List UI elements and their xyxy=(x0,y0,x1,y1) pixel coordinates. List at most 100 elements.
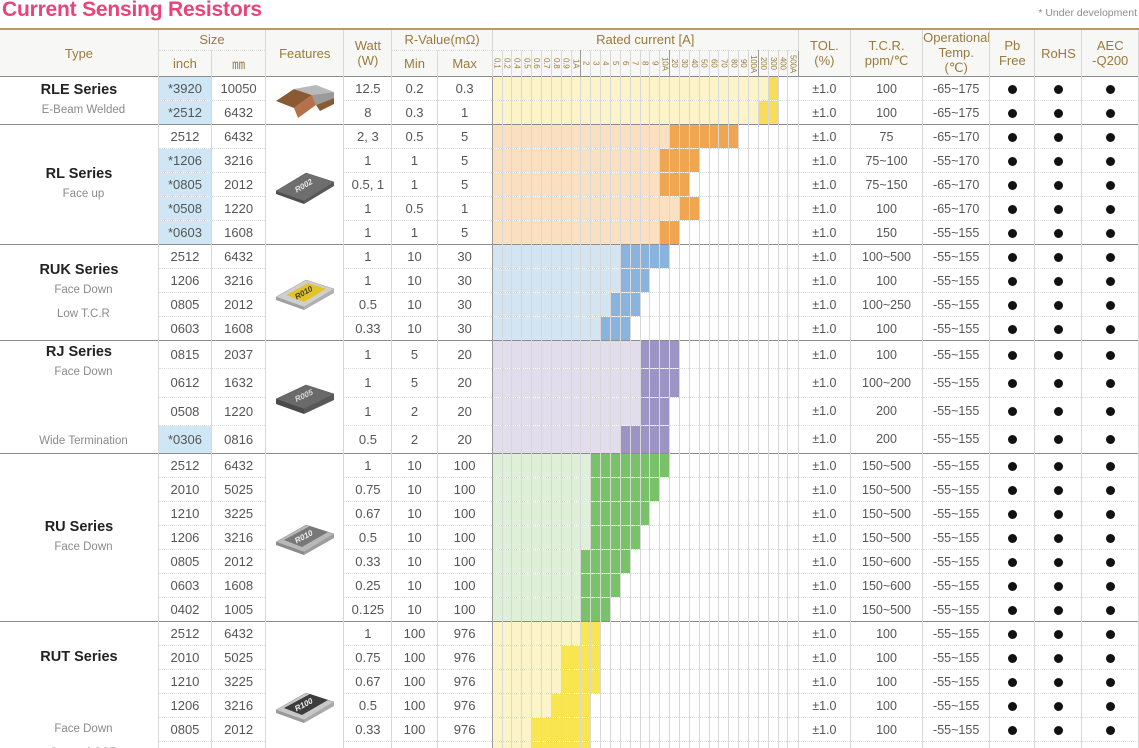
rated-current-cell xyxy=(748,124,759,149)
cell-rvalue-min: 0.3 xyxy=(391,100,438,125)
filled-dot-icon xyxy=(1053,180,1063,190)
cell-rvalue-max: 5 xyxy=(437,220,493,245)
rated-current-cell xyxy=(551,316,562,341)
rated-current-cell xyxy=(787,339,799,370)
cell-watt: 0.67 xyxy=(343,501,393,526)
rated-current-cell xyxy=(659,453,671,478)
filled-dot-icon xyxy=(1007,653,1017,663)
current-tick-label: 100A xyxy=(749,54,759,73)
filled-dot-icon xyxy=(1105,378,1115,388)
rated-current-cell xyxy=(561,645,572,670)
table-row: *2512 6432 8 0.3 1 ±1.0 100 -65~175 xyxy=(0,100,1139,125)
rated-current-cell xyxy=(511,597,523,622)
rated-current-cell xyxy=(689,741,700,748)
cell-tolerance: ±1.0 xyxy=(798,645,851,670)
rated-current-cell xyxy=(649,100,661,125)
features-cell: R100 xyxy=(265,621,345,748)
rated-current-cell xyxy=(580,292,592,317)
filled-dot-icon xyxy=(1105,435,1115,445)
rated-current-cell xyxy=(758,573,769,598)
filled-dot-icon xyxy=(1053,378,1063,388)
header-row-1: Type Size Features Watt (W) R-Value(mΩ) … xyxy=(0,27,1139,77)
rated-current-cell xyxy=(551,669,562,694)
rated-current-cell xyxy=(502,220,513,245)
series-type-cell: RL Series Face up xyxy=(0,124,159,245)
rated-current-cell xyxy=(669,525,681,550)
table-row: RL Series Face up 2512 6432 R002 2, 3 0.5 5 ±1.0… xyxy=(0,124,1139,245)
filled-dot-icon xyxy=(1007,84,1017,94)
rated-current-cell xyxy=(521,368,533,398)
rated-current-cell xyxy=(718,100,730,125)
rated-current-cell xyxy=(531,100,542,125)
rated-current-cell xyxy=(679,597,690,622)
cell-rvalue-min: 10 xyxy=(391,292,438,317)
rated-current-cell xyxy=(758,220,769,245)
rated-current-cell xyxy=(649,316,661,341)
rated-current-cell xyxy=(571,220,582,245)
col-header-current-400: 400 xyxy=(778,50,789,78)
rated-current-cell xyxy=(610,621,621,646)
rated-current-cell xyxy=(649,693,661,718)
cell-size-mm: 1608 xyxy=(211,741,267,748)
rated-current-cell xyxy=(630,717,641,742)
rated-current-cell xyxy=(491,573,503,598)
rated-current-cell xyxy=(679,453,690,478)
rated-current-cell xyxy=(709,741,720,748)
rated-current-cell xyxy=(699,397,710,426)
cell-operational-temp: -65~175 xyxy=(922,76,991,101)
rated-current-cell xyxy=(491,292,503,317)
rated-current-cell xyxy=(561,172,572,197)
current-tick-label: 0.6 xyxy=(532,58,542,69)
cell-rohs xyxy=(1034,669,1083,694)
filled-dot-icon xyxy=(1053,108,1063,118)
rated-current-cell xyxy=(778,525,789,550)
rated-current-cell xyxy=(778,549,789,574)
cell-tolerance: ±1.0 xyxy=(798,100,851,125)
rated-current-cell xyxy=(768,268,779,293)
rated-current-cell xyxy=(768,501,779,526)
rated-current-cell xyxy=(502,525,513,550)
rated-current-cell xyxy=(787,244,799,269)
rated-current-cell xyxy=(778,316,789,341)
cell-size-mm: 2012 xyxy=(211,292,267,317)
rated-current-cell xyxy=(511,621,523,646)
rated-current-cell xyxy=(600,597,611,622)
cell-pb-free xyxy=(989,196,1036,221)
rated-current-cell xyxy=(541,397,552,426)
rated-current-cell xyxy=(521,693,533,718)
cell-rvalue-min: 10 xyxy=(391,597,438,622)
rated-current-cell xyxy=(649,453,661,478)
rated-current-cell xyxy=(748,501,759,526)
rated-current-cell xyxy=(699,339,710,370)
rated-current-cell xyxy=(679,292,690,317)
rated-current-cell xyxy=(521,292,533,317)
rated-current-cell xyxy=(728,425,740,455)
cell-size-mm: 2012 xyxy=(211,549,267,574)
cell-rvalue-min: 10 xyxy=(391,268,438,293)
rated-current-cell xyxy=(649,124,661,149)
rated-current-cell xyxy=(758,76,769,101)
rated-current-cell xyxy=(738,339,750,370)
rated-current-cell xyxy=(699,573,710,598)
cell-aec-q200 xyxy=(1081,621,1139,646)
filled-dot-icon xyxy=(1105,300,1115,310)
rated-current-cell xyxy=(659,124,671,149)
filled-dot-icon xyxy=(1007,581,1017,591)
rated-current-cell xyxy=(561,693,572,718)
cell-tolerance: ±1.0 xyxy=(798,316,851,341)
rated-current-cell xyxy=(699,717,710,742)
rated-current-cell xyxy=(511,100,523,125)
rated-current-cell xyxy=(649,477,661,502)
table-row: 1206 3216 0.5 100 976 ±1.0 100 -55~155 xyxy=(0,693,1139,718)
filled-dot-icon xyxy=(1007,461,1017,471)
rated-current-cell xyxy=(718,717,730,742)
cell-size-inch: 0815 xyxy=(158,339,213,370)
rated-current-cell xyxy=(669,501,681,526)
rated-current-cell xyxy=(521,397,533,426)
col-header-current-90: 90 xyxy=(738,50,750,78)
rated-current-cell xyxy=(758,124,769,149)
cell-tcr: 100 xyxy=(850,316,924,341)
rated-current-cell xyxy=(748,268,759,293)
rated-current-cell xyxy=(610,220,621,245)
rated-current-cell xyxy=(541,717,552,742)
